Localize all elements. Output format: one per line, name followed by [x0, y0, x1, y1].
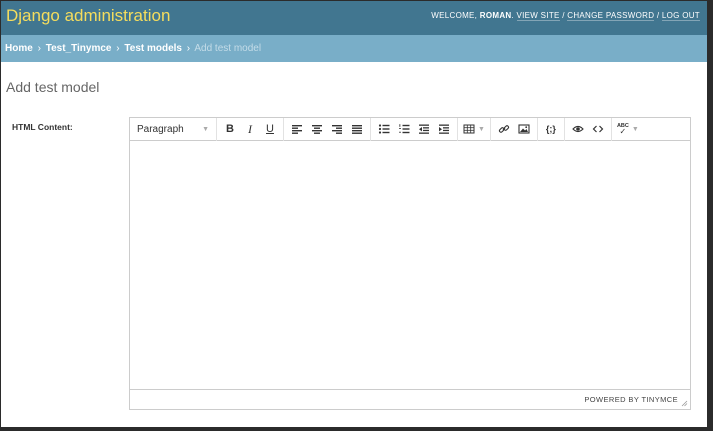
user-tools: WELCOME, ROMAN. VIEW SITE / CHANGE PASSW…	[431, 11, 700, 21]
italic-button[interactable]: I	[240, 120, 260, 138]
text-style-group: B I U	[217, 117, 284, 141]
spellcheck-icon: ABC ✓	[617, 123, 629, 136]
format-select-value: Paragraph	[137, 123, 184, 135]
breadcrumb-home[interactable]: Home	[5, 43, 33, 54]
source-code-button[interactable]	[588, 120, 608, 138]
breadcrumb: Home › Test_Tinymce › Test models › Add …	[1, 35, 707, 62]
powered-by-link[interactable]: POWERED BY TINYMCE	[584, 395, 678, 404]
bold-button[interactable]: B	[220, 120, 240, 138]
preview-button[interactable]	[568, 120, 588, 138]
editor-content-area[interactable]	[130, 141, 690, 390]
breadcrumb-separator: ›	[116, 43, 120, 54]
tinymce-editor: Paragraph ▼ B I U ▼ {;} ABC ✓ ▼ POWERED …	[129, 117, 691, 410]
editor-statusbar: POWERED BY TINYMCE	[130, 389, 690, 409]
table-group: ▼	[458, 117, 491, 141]
code-brackets-icon	[592, 125, 604, 133]
indent-icon	[439, 124, 449, 134]
spellcheck-button[interactable]: ABC ✓ ▼	[615, 120, 641, 138]
chevron-down-icon: ▼	[478, 125, 485, 133]
window-edge	[0, 427, 713, 431]
editor-toolbar: Paragraph ▼ B I U ▼ {;} ABC ✓ ▼	[130, 117, 690, 141]
align-right-button[interactable]	[327, 120, 347, 138]
window-edge	[707, 0, 713, 431]
chevron-down-icon: ▼	[631, 125, 639, 133]
image-button[interactable]	[514, 120, 534, 138]
username: ROMAN	[479, 11, 512, 20]
underline-button[interactable]: U	[260, 120, 280, 138]
image-icon	[518, 124, 530, 134]
html-content-label: HTML Content:	[12, 122, 73, 132]
separator: /	[562, 11, 565, 20]
log-out-link[interactable]: LOG OUT	[661, 11, 700, 21]
align-center-icon	[312, 125, 322, 134]
admin-header: Django administration WELCOME, ROMAN. VI…	[1, 1, 707, 35]
list-group	[371, 117, 458, 141]
check-icon: ✓	[619, 127, 627, 136]
breadcrumb-separator: ›	[37, 43, 41, 54]
align-left-icon	[292, 125, 302, 134]
outdent-button[interactable]	[414, 120, 434, 138]
view-site-link[interactable]: VIEW SITE	[516, 11, 560, 21]
welcome-text: WELCOME,	[431, 11, 478, 20]
separator: /	[656, 11, 660, 20]
code-group: {;}	[538, 117, 565, 141]
align-center-button[interactable]	[307, 120, 327, 138]
breadcrumb-app[interactable]: Test_Tinymce	[46, 43, 112, 54]
breadcrumb-current: Add test model	[194, 43, 262, 54]
format-select[interactable]: Paragraph ▼	[133, 120, 213, 138]
numbered-list-icon	[399, 124, 410, 134]
spellcheck-group: ABC ✓ ▼	[612, 118, 644, 141]
bullet-list-icon	[378, 124, 390, 134]
chevron-down-icon: ▼	[202, 125, 209, 133]
eye-icon	[572, 125, 584, 133]
align-left-button[interactable]	[287, 120, 307, 138]
breadcrumb-model[interactable]: Test models	[124, 43, 182, 54]
code-sample-button[interactable]: {;}	[541, 120, 561, 138]
site-title[interactable]: Django administration	[6, 6, 170, 26]
align-justify-button[interactable]	[347, 120, 367, 138]
alignment-group	[284, 117, 371, 141]
change-password-link[interactable]: CHANGE PASSWORD	[567, 11, 655, 21]
bullet-list-button[interactable]	[374, 120, 394, 138]
align-right-icon	[332, 125, 342, 134]
breadcrumb-separator: ›	[186, 43, 191, 54]
insert-group	[491, 117, 538, 141]
page-title: Add test model	[6, 79, 100, 95]
link-icon	[498, 125, 509, 133]
numbered-list-button[interactable]	[394, 120, 414, 138]
indent-button[interactable]	[434, 120, 454, 138]
table-button[interactable]: ▼	[461, 120, 487, 138]
table-icon	[463, 124, 475, 134]
resize-handle-icon[interactable]	[680, 399, 688, 407]
view-group	[565, 117, 612, 141]
outdent-icon	[419, 124, 429, 134]
link-button[interactable]	[494, 120, 514, 138]
align-justify-icon	[352, 125, 362, 134]
format-group: Paragraph ▼	[130, 117, 217, 141]
